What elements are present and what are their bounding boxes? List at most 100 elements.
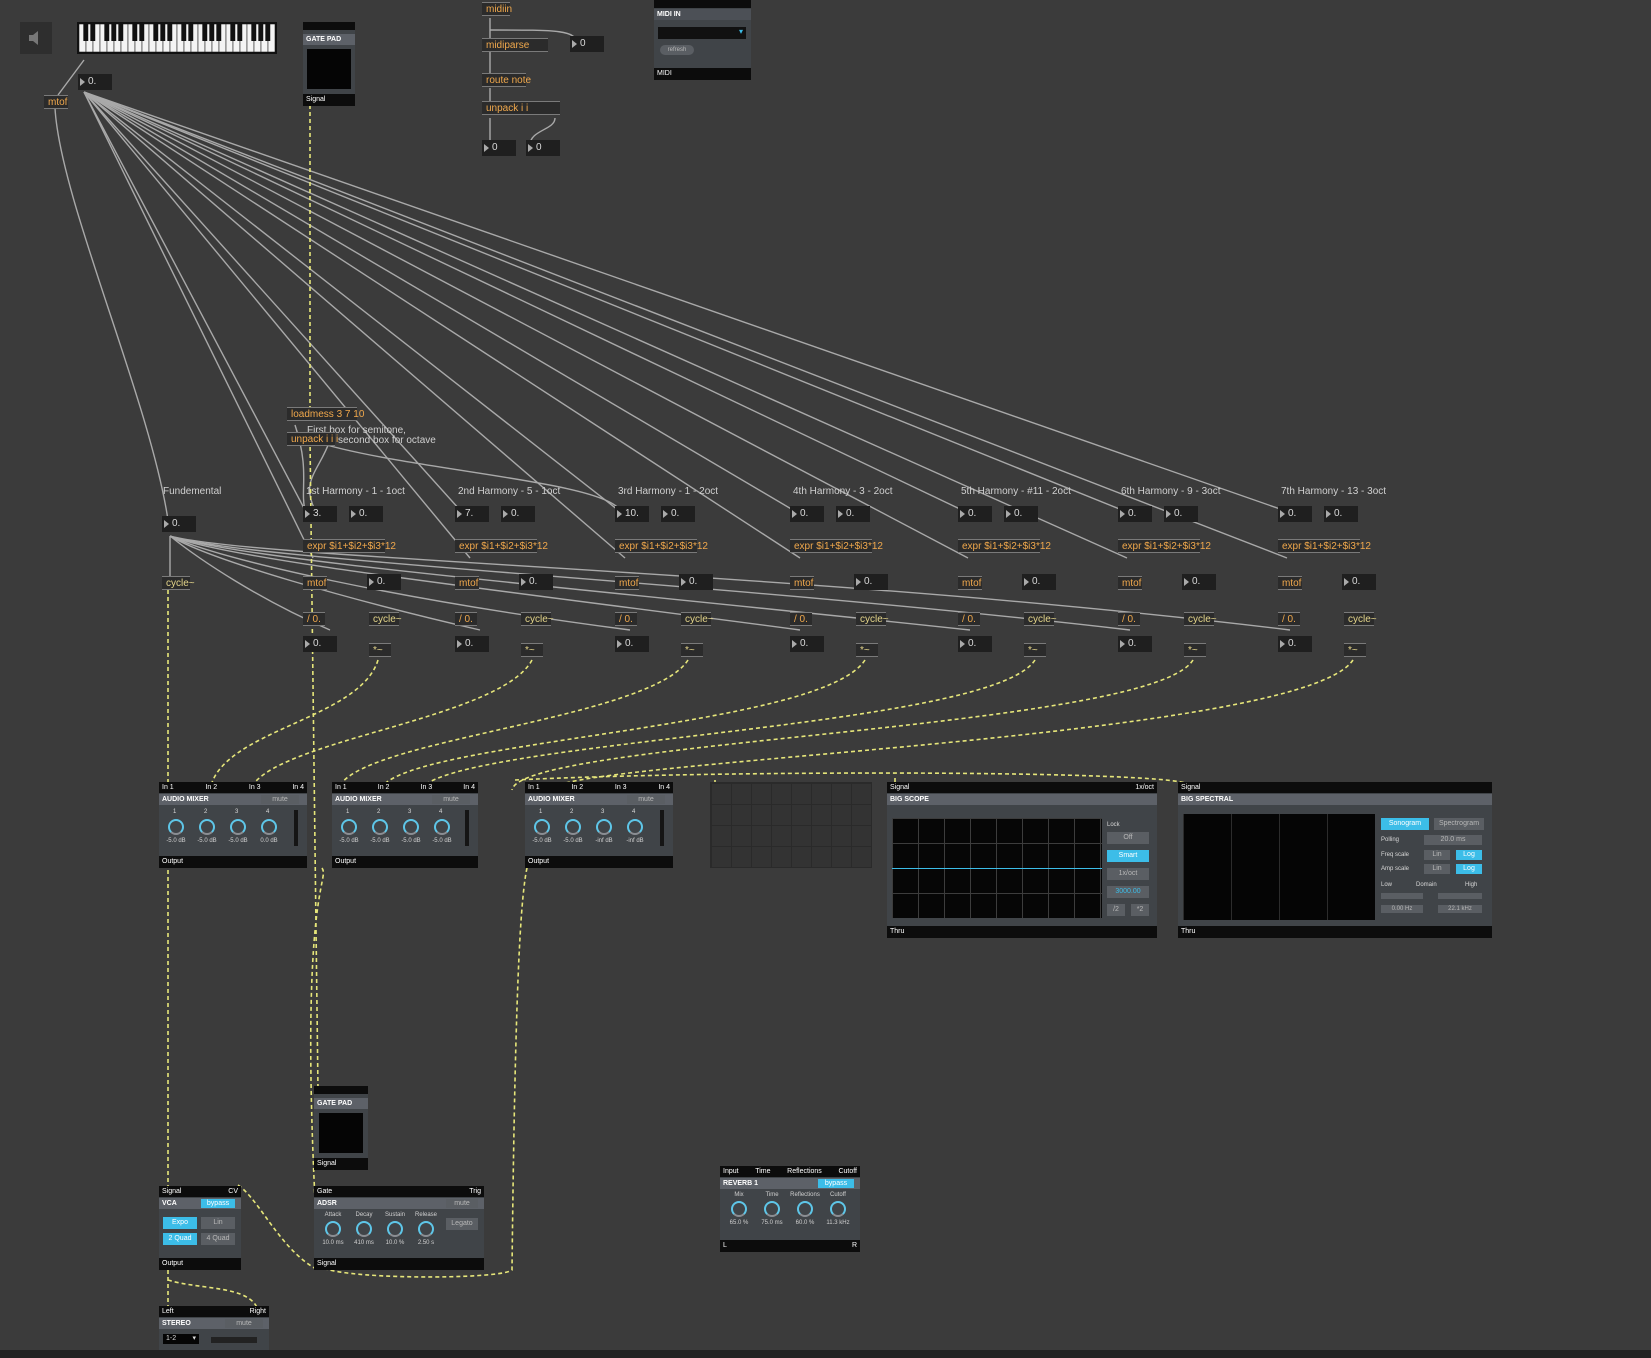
cycle-object[interactable]: cycle~: [1184, 612, 1217, 626]
divide-number[interactable]: 0.: [303, 636, 337, 652]
spectrogram-button[interactable]: Spectrogram: [1434, 818, 1484, 830]
mtof-number[interactable]: 0.: [1342, 574, 1376, 590]
domain-high-slider[interactable]: [1438, 893, 1482, 899]
octave-number[interactable]: 0.: [349, 506, 383, 522]
octave-number[interactable]: 0.: [1164, 506, 1198, 522]
fundamental-number[interactable]: 0.: [162, 516, 196, 532]
reverb-knob[interactable]: [797, 1201, 813, 1217]
semitone-number[interactable]: 3.: [303, 506, 337, 522]
loadmess-object[interactable]: loadmess 3 7 10: [287, 407, 364, 421]
gain-knob[interactable]: [627, 819, 643, 835]
vca-expo-button[interactable]: Expo: [163, 1217, 197, 1229]
domain-low-slider[interactable]: [1381, 893, 1423, 899]
expr-object[interactable]: expr $i1+$i2+$i3*12: [958, 539, 1051, 553]
multiply-signal-object[interactable]: *~: [856, 643, 878, 657]
divide-object[interactable]: / 0.: [455, 612, 477, 626]
expr-object[interactable]: expr $i1+$i2+$i3*12: [303, 539, 396, 553]
mtof-number[interactable]: 0.: [854, 574, 888, 590]
divide-object[interactable]: / 0.: [1118, 612, 1140, 626]
gain-knob[interactable]: [261, 819, 277, 835]
semitone-number[interactable]: 0.: [790, 506, 824, 522]
scope-oct-button[interactable]: 1x/oct: [1107, 868, 1149, 880]
mtof-object[interactable]: mtof: [1118, 576, 1142, 590]
octave-number[interactable]: 0.: [836, 506, 870, 522]
adsr-mute-button[interactable]: mute: [446, 1199, 478, 1208]
gain-knob[interactable]: [596, 819, 612, 835]
reverb-knob[interactable]: [764, 1201, 780, 1217]
multiply-signal-object[interactable]: *~: [1184, 643, 1206, 657]
mtof-number[interactable]: 0.: [1022, 574, 1056, 590]
mixer-mute-button[interactable]: mute: [432, 795, 470, 804]
mtof-object[interactable]: mtof: [615, 576, 639, 590]
expr-object[interactable]: expr $i1+$i2+$i3*12: [615, 539, 708, 553]
expr-object[interactable]: expr $i1+$i2+$i3*12: [790, 539, 883, 553]
octave-number[interactable]: 0.: [661, 506, 695, 522]
amp-lin-button[interactable]: Lin: [1424, 864, 1450, 874]
cycle-object[interactable]: cycle~: [369, 612, 402, 626]
adsr-knob[interactable]: [325, 1221, 341, 1237]
midiparse-number[interactable]: 0: [570, 36, 604, 52]
adsr-legato-button[interactable]: Legato: [446, 1218, 478, 1230]
mtof-object[interactable]: mtof: [958, 576, 982, 590]
divide-number[interactable]: 0.: [455, 636, 489, 652]
semitone-number[interactable]: 0.: [958, 506, 992, 522]
speaker-toggle[interactable]: [20, 22, 52, 54]
gain-knob[interactable]: [168, 819, 184, 835]
polling-field[interactable]: 20.0 ms: [1424, 835, 1482, 845]
cycle-object[interactable]: cycle~: [681, 612, 714, 626]
velocity-number[interactable]: 0: [526, 140, 560, 156]
keyboard-number[interactable]: 0.: [78, 74, 112, 90]
multiply-signal-object[interactable]: *~: [369, 643, 391, 657]
octave-number[interactable]: 0.: [501, 506, 535, 522]
divide-number[interactable]: 0.: [615, 636, 649, 652]
mtof-object[interactable]: mtof: [455, 576, 479, 590]
gain-knob[interactable]: [434, 819, 450, 835]
gain-knob[interactable]: [565, 819, 581, 835]
divide-object[interactable]: / 0.: [790, 612, 812, 626]
divide-object[interactable]: / 0.: [303, 612, 325, 626]
reverb-knob[interactable]: [731, 1201, 747, 1217]
unpack-iii-object[interactable]: unpack i i i: [287, 432, 338, 446]
mtof-number[interactable]: 0.: [519, 574, 553, 590]
gain-knob[interactable]: [534, 819, 550, 835]
mtof-number[interactable]: 0.: [367, 574, 401, 590]
reverb-bypass-button[interactable]: bypass: [818, 1179, 854, 1188]
cycle-object[interactable]: cycle~: [1024, 612, 1057, 626]
mtof-number[interactable]: 0.: [1182, 574, 1216, 590]
vca-2quad-button[interactable]: 2 Quad: [163, 1233, 197, 1245]
vca-4quad-button[interactable]: 4 Quad: [201, 1233, 235, 1245]
mtof-object[interactable]: mtof: [1278, 576, 1302, 590]
adsr-knob[interactable]: [387, 1221, 403, 1237]
cycle-object[interactable]: cycle~: [856, 612, 889, 626]
adsr-knob[interactable]: [418, 1221, 434, 1237]
midiin-object[interactable]: midiin: [482, 2, 512, 16]
gain-knob[interactable]: [341, 819, 357, 835]
cycle-object[interactable]: cycle~: [521, 612, 554, 626]
mtof-object[interactable]: mtof: [790, 576, 814, 590]
octave-number[interactable]: 0.: [1324, 506, 1358, 522]
gain-knob[interactable]: [403, 819, 419, 835]
vca-bypass-button[interactable]: bypass: [201, 1199, 235, 1208]
route-note-object[interactable]: route note: [482, 73, 531, 87]
stereo-level-slider[interactable]: [211, 1337, 257, 1343]
midi-refresh-button[interactable]: refresh: [660, 45, 694, 55]
octave-number[interactable]: 0.: [1004, 506, 1038, 522]
multiply-signal-object[interactable]: *~: [521, 643, 543, 657]
mixer-mute-button[interactable]: mute: [627, 795, 665, 804]
gate-pad-top-pad[interactable]: [307, 49, 351, 89]
expr-object[interactable]: expr $i1+$i2+$i3*12: [1118, 539, 1211, 553]
amp-log-button[interactable]: Log: [1456, 864, 1482, 874]
stereo-channel-select[interactable]: 1-2 ▾: [163, 1334, 199, 1344]
unpack-object[interactable]: unpack i i: [482, 101, 560, 115]
divide-number[interactable]: 0.: [1278, 636, 1312, 652]
divide-object[interactable]: / 0.: [958, 612, 980, 626]
mtof-number[interactable]: 0.: [679, 574, 713, 590]
kslider-keyboard[interactable]: [77, 22, 277, 54]
freq-log-button[interactable]: Log: [1456, 850, 1482, 860]
low-freq-field[interactable]: 0.00 Hz: [1381, 905, 1423, 913]
cycle-object[interactable]: cycle~: [1344, 612, 1377, 626]
freq-lin-button[interactable]: Lin: [1424, 850, 1450, 860]
scope-off-button[interactable]: Off: [1107, 832, 1149, 844]
mtof-object[interactable]: mtof: [303, 576, 327, 590]
semitone-number[interactable]: 0.: [1278, 506, 1312, 522]
